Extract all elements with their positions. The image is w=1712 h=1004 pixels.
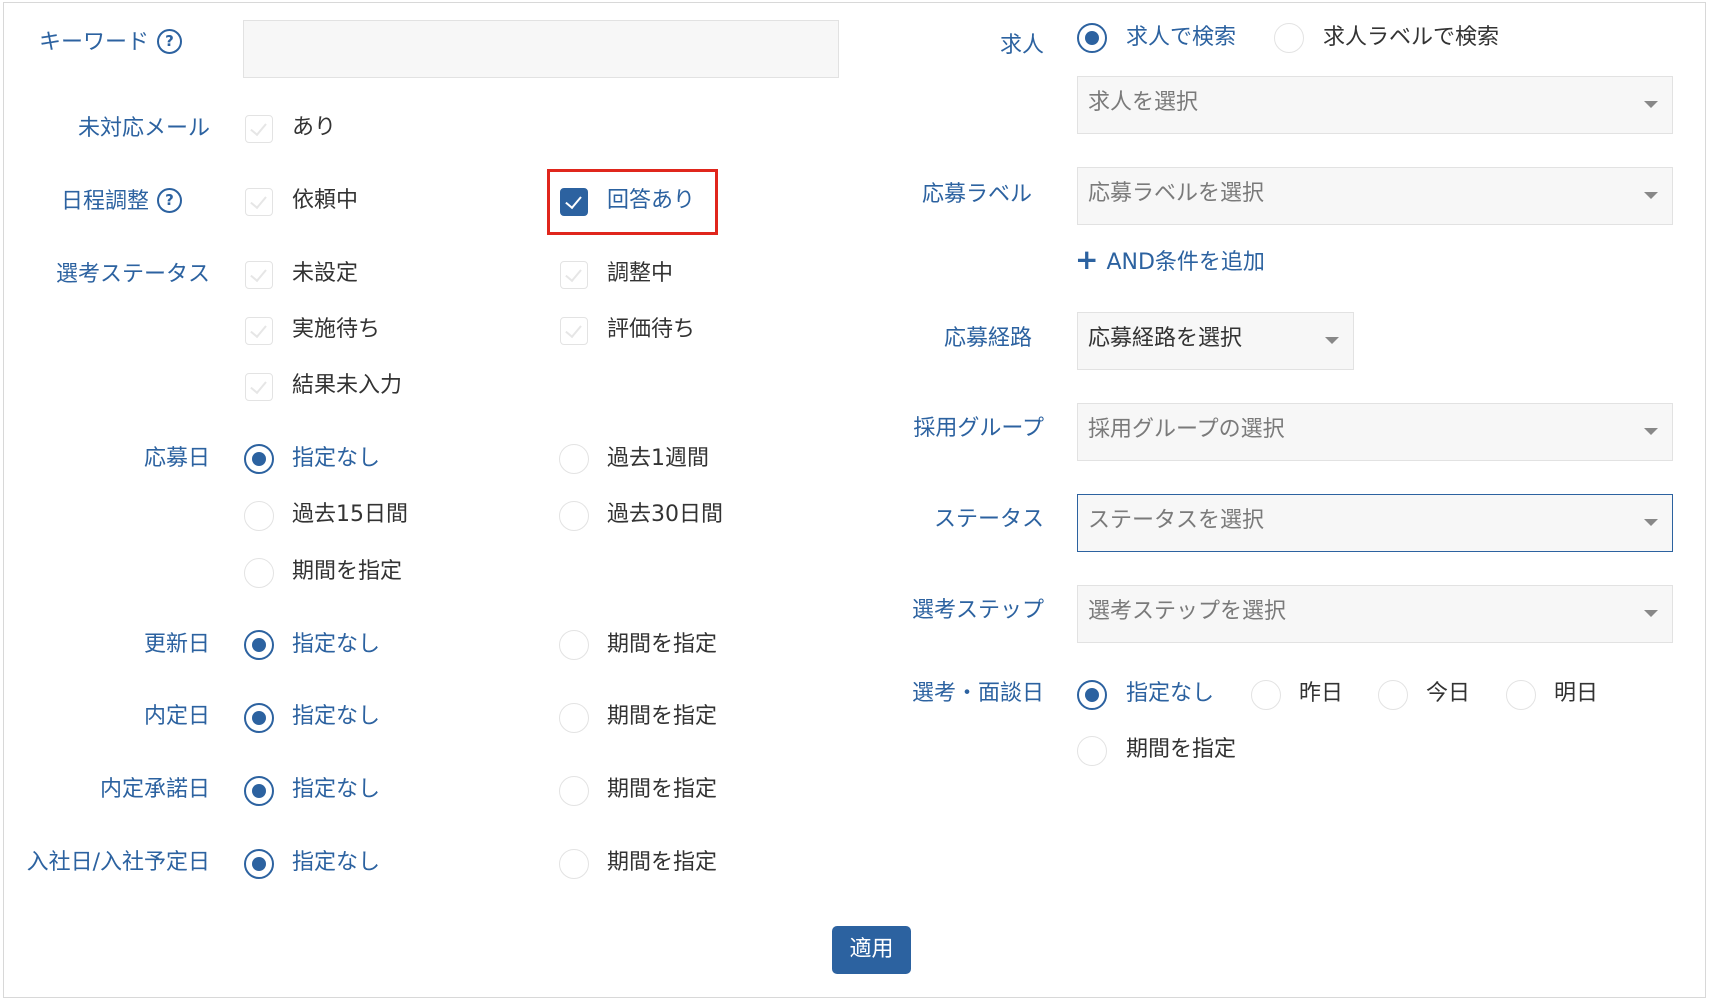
chevron-down-icon xyxy=(1325,337,1339,344)
status-waiting-option: 実施待ち xyxy=(292,317,381,342)
route-label: 応募経路 xyxy=(943,326,1032,351)
check-icon xyxy=(250,320,267,339)
keyword-input[interactable] xyxy=(243,20,839,78)
update-date-none-option: 指定なし xyxy=(292,632,381,657)
chevron-down-icon xyxy=(1644,428,1658,435)
offer-date-range-option: 期間を指定 xyxy=(607,704,718,729)
apply-label-label: 応募ラベル xyxy=(921,182,1032,207)
schedule-requesting-option: 依頼中 xyxy=(292,188,359,213)
status-adjusting-checkbox[interactable] xyxy=(560,261,588,289)
check-icon xyxy=(250,191,267,210)
apply-date-range-option: 期間を指定 xyxy=(292,559,403,584)
chevron-down-icon xyxy=(1644,610,1658,617)
apply-date-none-radio[interactable] xyxy=(244,444,274,474)
interview-tomorrow-option: 明日 xyxy=(1554,681,1599,706)
schedule-label: 日程調整? xyxy=(61,187,182,217)
job-label-search-option: 求人ラベルで検索 xyxy=(1323,25,1500,50)
update-date-range-option: 期間を指定 xyxy=(607,632,718,657)
unresponded-mail-label: 未対応メール xyxy=(77,116,210,141)
status-adjusting-option: 調整中 xyxy=(607,261,674,286)
offer-accept-date-none-option: 指定なし xyxy=(292,777,381,802)
route-select[interactable]: 応募経路を選択 xyxy=(1077,312,1354,370)
interview-date-label: 選考・面談日 xyxy=(911,681,1044,706)
selection-status-label: 選考ステータス xyxy=(55,262,210,287)
plus-icon: + xyxy=(1075,243,1099,276)
offer-date-none-radio[interactable] xyxy=(244,703,274,733)
check-icon xyxy=(250,264,267,283)
job-search-option: 求人で検索 xyxy=(1126,25,1237,50)
check-icon xyxy=(250,376,267,395)
join-date-range-radio[interactable] xyxy=(559,849,589,879)
join-date-none-option: 指定なし xyxy=(292,850,381,875)
join-date-range-option: 期間を指定 xyxy=(607,850,718,875)
help-icon[interactable]: ? xyxy=(157,28,182,54)
status-unset-checkbox[interactable] xyxy=(245,261,273,289)
interview-yesterday-option: 昨日 xyxy=(1299,681,1344,706)
apply-button[interactable]: 適用 xyxy=(832,926,911,974)
apply-date-range-radio[interactable] xyxy=(244,558,274,588)
offer-date-label: 内定日 xyxy=(143,704,210,729)
check-icon xyxy=(565,191,582,210)
apply-date-label: 応募日 xyxy=(143,446,210,471)
update-date-label: 更新日 xyxy=(143,632,210,657)
interview-none-option: 指定なし xyxy=(1126,681,1215,706)
interview-range-radio[interactable] xyxy=(1077,736,1107,766)
interview-none-radio[interactable] xyxy=(1077,680,1107,710)
interview-range-option: 期間を指定 xyxy=(1126,737,1237,762)
interview-yesterday-radio[interactable] xyxy=(1251,680,1281,710)
add-and-condition-label: AND条件を追加 xyxy=(1106,250,1265,275)
step-select[interactable]: 選考ステップを選択 xyxy=(1077,585,1673,643)
interview-today-radio[interactable] xyxy=(1378,680,1408,710)
apply-date-15days-option: 過去15日間 xyxy=(292,502,408,527)
status-evaluating-checkbox[interactable] xyxy=(560,317,588,345)
unresponded-mail-option: あり xyxy=(292,115,337,140)
status-select[interactable]: ステータスを選択 xyxy=(1077,494,1673,552)
apply-date-none-option: 指定なし xyxy=(292,446,381,471)
chevron-down-icon xyxy=(1644,519,1658,526)
apply-date-30days-option: 過去30日間 xyxy=(607,502,723,527)
offer-date-none-option: 指定なし xyxy=(292,704,381,729)
unresponded-mail-checkbox[interactable] xyxy=(245,115,273,143)
update-date-none-radio[interactable] xyxy=(244,630,274,660)
join-date-none-radio[interactable] xyxy=(244,849,274,879)
job-search-radio[interactable] xyxy=(1077,23,1107,53)
apply-label-select[interactable]: 応募ラベルを選択 xyxy=(1077,167,1673,225)
schedule-answered-checkbox[interactable] xyxy=(560,188,588,216)
schedule-answered-option: 回答あり xyxy=(607,188,696,213)
job-label: 求人 xyxy=(999,33,1044,58)
check-icon xyxy=(565,320,582,339)
status-no-result-option: 結果未入力 xyxy=(292,373,403,398)
keyword-label: キーワード? xyxy=(39,28,182,58)
group-label: 採用グループ xyxy=(913,416,1044,441)
join-date-label: 入社日/入社予定日 xyxy=(26,850,210,875)
job-select[interactable]: 求人を選択 xyxy=(1077,76,1673,134)
status-unset-option: 未設定 xyxy=(292,261,359,286)
step-label: 選考ステップ xyxy=(911,598,1044,623)
offer-accept-date-none-radio[interactable] xyxy=(244,776,274,806)
interview-today-option: 今日 xyxy=(1426,681,1471,706)
apply-date-15days-radio[interactable] xyxy=(244,501,274,531)
apply-date-1week-option: 過去1週間 xyxy=(607,446,709,471)
check-icon xyxy=(250,118,267,137)
offer-accept-date-label: 内定承諾日 xyxy=(99,777,210,802)
interview-tomorrow-radio[interactable] xyxy=(1506,680,1536,710)
help-icon[interactable]: ? xyxy=(157,187,182,213)
offer-accept-date-range-option: 期間を指定 xyxy=(607,777,718,802)
update-date-range-radio[interactable] xyxy=(559,630,589,660)
offer-date-range-radio[interactable] xyxy=(559,703,589,733)
job-label-search-radio[interactable] xyxy=(1274,23,1304,53)
chevron-down-icon xyxy=(1644,192,1658,199)
schedule-requesting-checkbox[interactable] xyxy=(245,188,273,216)
group-select[interactable]: 採用グループの選択 xyxy=(1077,403,1673,461)
status-no-result-checkbox[interactable] xyxy=(245,373,273,401)
apply-date-1week-radio[interactable] xyxy=(559,444,589,474)
offer-accept-date-range-radio[interactable] xyxy=(559,776,589,806)
status-waiting-checkbox[interactable] xyxy=(245,317,273,345)
status-label: ステータス xyxy=(933,507,1044,532)
apply-date-30days-radio[interactable] xyxy=(559,501,589,531)
check-icon xyxy=(565,264,582,283)
add-and-condition-link[interactable]: + AND条件を追加 xyxy=(1075,245,1265,278)
chevron-down-icon xyxy=(1644,101,1658,108)
status-evaluating-option: 評価待ち xyxy=(607,317,696,342)
